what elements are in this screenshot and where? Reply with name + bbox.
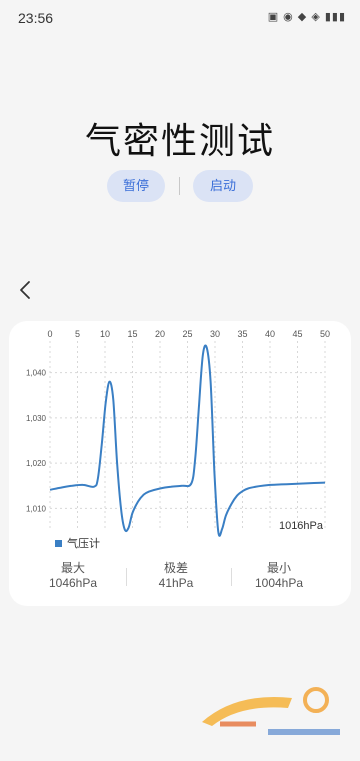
y-tick-label: 1,010 xyxy=(26,504,47,513)
x-tick-label: 30 xyxy=(210,329,220,339)
x-tick-label: 40 xyxy=(265,329,275,339)
x-tick-label: 25 xyxy=(182,329,192,339)
chart-legend: 气压计 xyxy=(55,535,100,551)
stat-min-value: 1004hPa xyxy=(254,576,304,590)
chart-card: 0 5 10 15 20 25 30 35 40 45 50 1,010 1,020 1,030 1,040… xyxy=(9,321,351,606)
chart-grid xyxy=(49,341,326,531)
stat-max-label: 最大 xyxy=(60,561,85,575)
x-tick-label: 35 xyxy=(237,329,247,339)
stat-range-value: 41hPa xyxy=(158,576,194,590)
button-divider xyxy=(179,177,180,195)
status-bar: 23:56 ▣ ◉ ◆ ◈ ▮▮▮ xyxy=(0,0,360,34)
x-tick-label: 0 xyxy=(47,329,52,339)
stat-range: 极差 41hPa xyxy=(126,561,226,591)
x-tick-label: 50 xyxy=(320,329,330,339)
legend-label: 气压计 xyxy=(67,538,100,550)
stat-min: 最小 1004hPa xyxy=(229,561,329,591)
y-tick-label: 1,040 xyxy=(26,369,47,378)
legend-swatch xyxy=(55,539,62,547)
start-button[interactable]: 启动 xyxy=(193,170,253,202)
pause-button[interactable]: 暂停 xyxy=(107,170,165,202)
y-tick-label: 1,030 xyxy=(26,414,47,423)
site-watermark-logo xyxy=(196,684,346,744)
status-time: 23:56 xyxy=(18,10,54,26)
x-tick-label: 15 xyxy=(127,329,137,339)
stat-range-label: 极差 xyxy=(163,561,188,575)
stat-max-value: 1046hPa xyxy=(48,576,98,590)
x-tick-label: 45 xyxy=(292,329,302,339)
page-title: 气密性测试 xyxy=(84,120,275,161)
y-tick-label: 1,020 xyxy=(26,459,47,468)
back-icon[interactable] xyxy=(14,278,38,302)
x-tick-label: 10 xyxy=(100,329,110,339)
pressure-chart: 0 5 10 15 20 25 30 35 40 45 50 1,010 1,020 1,030 1,040… xyxy=(26,329,330,537)
x-tick-label: 5 xyxy=(75,329,80,339)
x-tick-label: 20 xyxy=(155,329,165,339)
stat-max: 最大 1046hPa xyxy=(23,561,123,591)
status-icons: ▣ ◉ ◆ ◈ ▮▮▮ xyxy=(267,11,346,23)
stat-min-label: 最小 xyxy=(266,561,291,575)
current-reading: 1016hPa xyxy=(279,520,324,532)
